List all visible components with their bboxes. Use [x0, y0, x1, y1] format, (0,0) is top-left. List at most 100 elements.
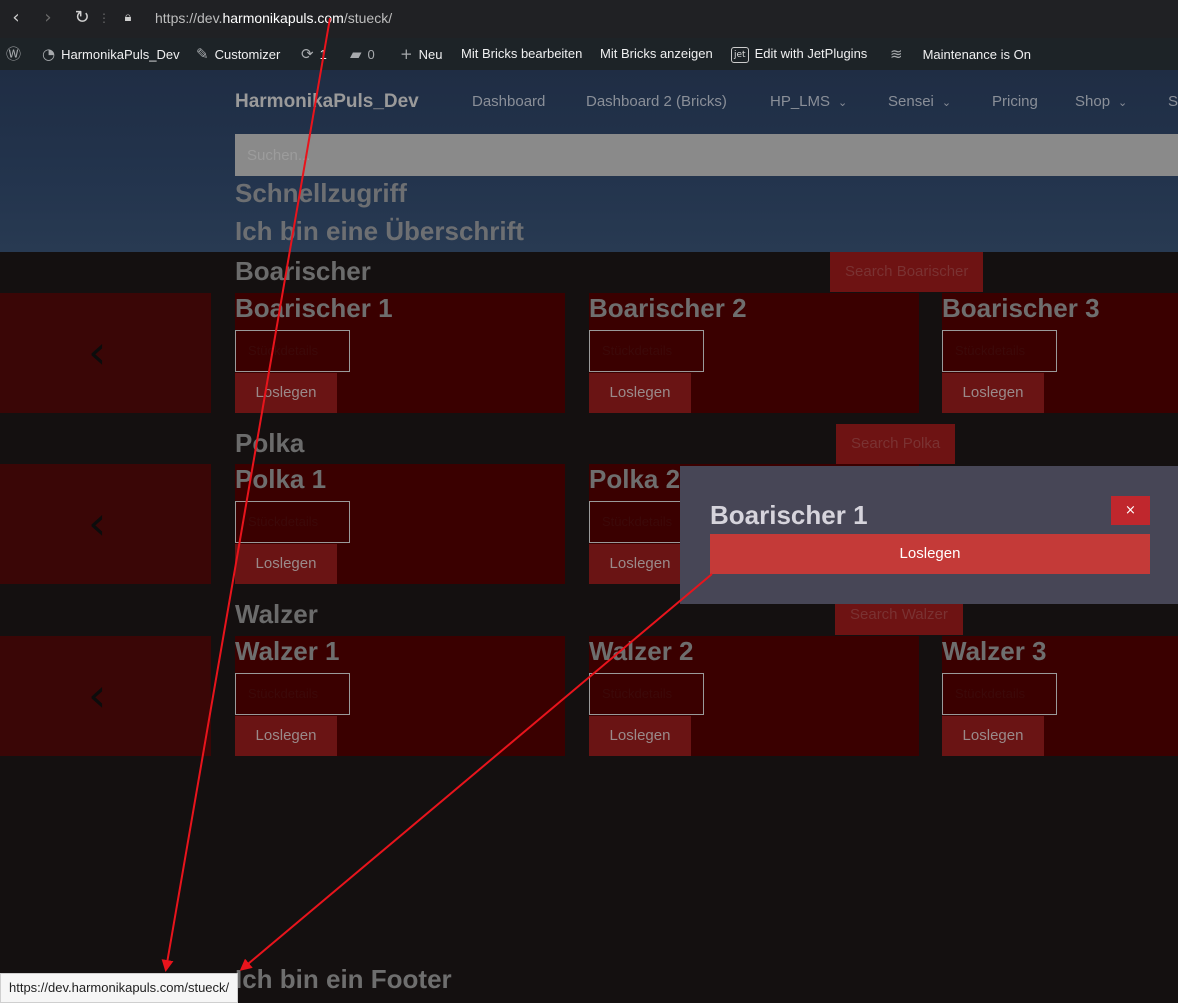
section-title-polka: Polka	[235, 428, 305, 458]
card-details-box[interactable]: Stückdetails	[589, 673, 704, 715]
card-start-button[interactable]: Loslegen	[589, 373, 691, 413]
card-walzer-3: Walzer 3 Stückdetails Loslegen	[942, 636, 1178, 756]
url-prefix: https://dev.	[155, 10, 223, 26]
card-title: Boarischer 3	[942, 293, 1100, 323]
nav-pricing[interactable]: Pricing	[992, 93, 1038, 110]
nav-hp-lms[interactable]: HP_LMS ⌄	[770, 93, 847, 110]
card-boarischer-3: Boarischer 3 Stückdetails Loslegen	[942, 293, 1178, 413]
chevron-down-icon: ⌄	[838, 96, 848, 109]
menu-dots-icon[interactable]: ⋮	[94, 8, 114, 28]
updates-icon: ⟳	[301, 45, 314, 63]
jet-logo-icon: jet	[731, 46, 749, 63]
card-start-button[interactable]: Loslegen	[942, 716, 1044, 756]
status-bar-url: https://dev.harmonikapuls.com/stueck/	[0, 973, 239, 1003]
chevron-left-icon: ‹	[88, 668, 107, 722]
search-input[interactable]	[235, 134, 1178, 176]
forward-arrow-icon[interactable]: ›	[38, 8, 58, 28]
nav-shop[interactable]: Shop ⌄	[1075, 93, 1127, 110]
card-start-button[interactable]: Loslegen	[589, 716, 691, 756]
card-details-box[interactable]: Stückdetails	[942, 330, 1057, 372]
new-content-link[interactable]: + Neu	[400, 38, 442, 70]
comments-link[interactable]: ▰ 0	[350, 38, 375, 70]
card-title: Walzer 2	[589, 636, 694, 666]
customizer-label: Customizer	[214, 47, 281, 62]
comment-bubble-icon: ▰	[350, 45, 362, 63]
card-start-button[interactable]: Loslegen	[589, 544, 691, 584]
reload-icon[interactable]: ↻	[72, 8, 92, 28]
chevron-left-icon: ‹	[88, 325, 107, 379]
browser-toolbar: ‹ › ↻ ⋮ 🔒︎ https://dev.harmonikapuls.com…	[0, 0, 1178, 38]
updates-link[interactable]: ⟳ 1	[301, 38, 327, 70]
url-path: /stueck/	[343, 10, 393, 26]
search-boarischer-button[interactable]: Search Boarischer	[830, 252, 984, 292]
paintbrush-icon: ✎	[196, 45, 209, 63]
jetplugins-label: Edit with JetPlugins	[754, 46, 868, 61]
wordpress-icon: Ⓦ	[6, 45, 22, 63]
chevron-down-icon: ⌄	[1118, 96, 1128, 109]
popup-close-button[interactable]: ×	[1111, 496, 1150, 525]
dashboard-gauge-icon: ◔	[42, 45, 56, 63]
site-name-label: HarmonikaPuls_Dev	[61, 47, 180, 62]
carousel-prev-boarischer[interactable]: ‹	[0, 293, 211, 413]
nav-sensei-label: Sensei	[888, 93, 934, 110]
nav-hp-lms-label: HP_LMS	[770, 93, 831, 110]
card-boarischer-2: Boarischer 2 Stückdetails Loslegen	[589, 293, 919, 413]
new-label: Neu	[418, 47, 443, 62]
nav-dashboard[interactable]: Dashboard	[472, 93, 545, 110]
url-domain: harmonikapuls.com	[222, 10, 344, 26]
section-title-walzer: Walzer	[235, 599, 318, 629]
footer-heading: Ich bin ein Footer	[235, 964, 452, 994]
card-details-box[interactable]: Stückdetails	[235, 501, 350, 543]
carousel-prev-polka[interactable]: ‹	[0, 464, 211, 584]
card-start-button[interactable]: Loslegen	[235, 373, 337, 413]
card-details-box[interactable]: Stückdetails	[589, 330, 704, 372]
updates-count: 1	[319, 47, 327, 62]
wp-admin-bar: Ⓦ ◔ HarmonikaPuls_Dev ✎ Customizer ⟳ 1 ▰ 0 +…	[0, 38, 1178, 70]
jetplugins-link[interactable]: jet Edit with JetPlugins	[731, 38, 867, 70]
lock-icon: 🔒︎	[124, 10, 132, 25]
wordpress-logo-button[interactable]: Ⓦ	[6, 38, 27, 70]
maintenance-icon: ≋	[890, 45, 903, 63]
card-boarischer-1: Boarischer 1 Stückdetails Loslegen	[235, 293, 565, 413]
chevron-left-icon: ‹	[88, 496, 107, 550]
carousel-prev-walzer[interactable]: ‹	[0, 636, 211, 756]
maintenance-link[interactable]: ≋ Maintenance is On	[890, 38, 1031, 70]
bricks-edit-link[interactable]: Mit Bricks bearbeiten	[461, 38, 582, 70]
placeholder-heading: Ich bin eine Überschrift	[235, 216, 524, 246]
card-details-box[interactable]: Stückdetails	[235, 330, 350, 372]
card-walzer-1: Walzer 1 Stückdetails Loslegen	[235, 636, 565, 756]
nav-dashboard-2[interactable]: Dashboard 2 (Bricks)	[586, 93, 727, 110]
card-start-button[interactable]: Loslegen	[235, 544, 337, 584]
nav-sensei[interactable]: Sensei ⌄	[888, 93, 951, 110]
popup-start-button[interactable]: Loslegen	[710, 534, 1150, 574]
card-walzer-2: Walzer 2 Stückdetails Loslegen	[589, 636, 919, 756]
comments-count: 0	[367, 47, 375, 62]
plus-icon: +	[400, 45, 413, 63]
section-title-boarischer: Boarischer	[235, 256, 371, 286]
address-bar[interactable]: https://dev.harmonikapuls.com/stueck/	[155, 10, 392, 26]
back-arrow-icon[interactable]: ‹	[6, 8, 26, 28]
card-details-box[interactable]: Stückdetails	[235, 673, 350, 715]
card-title: Polka 1	[235, 464, 327, 494]
site-name-link[interactable]: ◔ HarmonikaPuls_Dev	[42, 38, 180, 70]
card-details-box[interactable]: Stückdetails	[942, 673, 1057, 715]
quick-access-heading: Schnellzugriff	[235, 178, 407, 208]
card-title: Boarischer 1	[235, 293, 393, 323]
card-start-button[interactable]: Loslegen	[235, 716, 337, 756]
card-start-button[interactable]: Loslegen	[942, 373, 1044, 413]
card-title: Polka 2	[589, 464, 681, 494]
piece-popup: Boarischer 1 × Loslegen	[680, 466, 1178, 604]
card-title: Walzer 3	[942, 636, 1047, 666]
card-title: Walzer 1	[235, 636, 340, 666]
card-title: Boarischer 2	[589, 293, 747, 323]
arrow-button-to-status	[239, 573, 713, 971]
customizer-link[interactable]: ✎ Customizer	[196, 38, 280, 70]
search-polka-button[interactable]: Search Polka	[836, 424, 956, 464]
nav-more[interactable]: S	[1168, 93, 1178, 110]
nav-shop-label: Shop	[1075, 93, 1111, 110]
maintenance-label: Maintenance is On	[922, 47, 1031, 62]
site-title[interactable]: HarmonikaPuls_Dev	[235, 91, 419, 113]
chevron-down-icon: ⌄	[941, 96, 952, 109]
card-polka-1: Polka 1 Stückdetails Loslegen	[235, 464, 565, 584]
bricks-view-link[interactable]: Mit Bricks anzeigen	[600, 38, 713, 70]
